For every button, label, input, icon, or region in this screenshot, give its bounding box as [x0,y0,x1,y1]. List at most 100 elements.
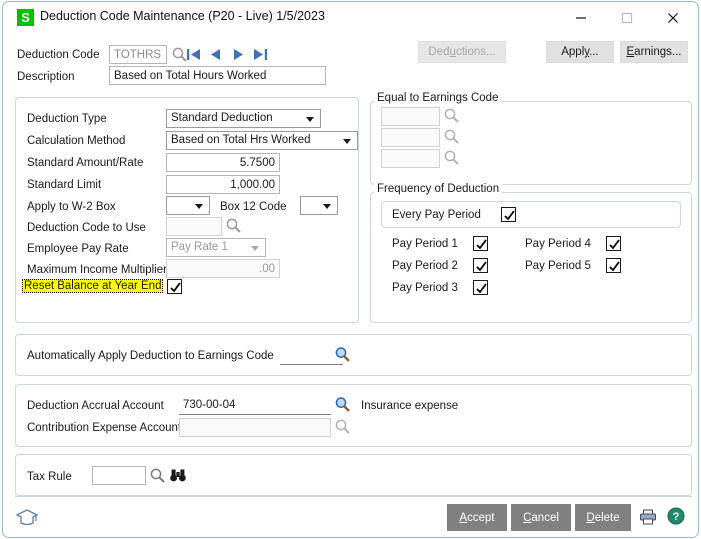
standard-limit-label: Standard Limit [27,179,101,191]
auto-apply-lookup-icon[interactable] [334,346,351,363]
contribution-expense-account-label: Contribution Expense Account [27,422,181,434]
accept-button[interactable]: Accept [447,504,507,531]
tax-rule-lookup-icon[interactable] [149,467,166,484]
equal-earnings-code-lookup-icon-1[interactable] [443,107,460,124]
printer-icon [639,508,657,526]
cancel-button-label: Cancel [523,512,559,524]
apply-button-label: Apply... [561,46,599,58]
deduction-code-to-use-lookup-icon[interactable] [225,217,242,234]
deduction-accrual-account-description: Insurance expense [361,400,458,412]
auto-apply-label: Automatically Apply Deduction to Earning… [27,350,274,362]
next-record-button[interactable] [230,46,246,63]
deduction-type-label: Deduction Type [27,113,107,125]
equal-earnings-code-lookup-icon-3[interactable] [443,149,460,166]
equal-earnings-code-input-3[interactable] [381,149,440,168]
frequency-of-deduction-legend: Frequency of Deduction [374,183,502,195]
pay-period-2-checkbox[interactable] [473,258,488,273]
tax-rule-input[interactable] [92,466,146,485]
accept-button-label: Accept [459,512,494,524]
equal-to-earnings-code-legend: Equal to Earnings Code [374,92,501,104]
standard-limit-input[interactable] [166,175,280,194]
description-input[interactable] [109,66,326,85]
employee-pay-rate-value: Pay Rate 1 [171,241,228,253]
minimize-button[interactable] [558,2,604,32]
delete-button[interactable]: Delete [575,504,631,531]
magnifier-icon [443,107,460,124]
checkmark-icon [475,238,488,251]
graduation-cap-icon [16,507,38,529]
first-record-button[interactable] [186,46,202,63]
svg-text:?: ? [673,511,680,523]
chevron-down-icon [343,139,351,144]
equal-earnings-code-lookup-icon-2[interactable] [443,128,460,145]
chevron-down-icon [195,204,203,209]
deduction-code-maintenance-window: S Deduction Code Maintenance (P20 - Live… [2,1,699,538]
cancel-button[interactable]: Cancel [511,504,571,531]
reset-balance-at-year-end-checkbox[interactable] [167,279,182,294]
apply-to-w2-box-dropdown[interactable] [166,196,210,215]
standard-amount-input[interactable] [166,153,280,172]
magnifier-icon [443,128,460,145]
pay-period-5-checkbox[interactable] [606,258,621,273]
checkmark-icon [475,260,488,273]
pay-period-1-label: Pay Period 1 [392,238,458,250]
equal-earnings-code-input-1[interactable] [381,107,440,126]
apply-button[interactable]: Apply... [546,41,614,63]
chevron-down-icon [323,204,331,209]
deductions-button-label: Deductions... [428,46,495,58]
next-record-icon [230,46,246,63]
deduction-code-to-use-label: Deduction Code to Use [27,222,146,234]
pay-period-4-label: Pay Period 4 [525,238,591,250]
deductions-button[interactable]: Deductions... [418,41,506,63]
maximum-income-multiplier-label: Maximum Income Multiplier [27,264,167,276]
checkmark-icon [608,260,621,273]
checkmark-icon [169,281,182,294]
deduction-accrual-account-label: Deduction Accrual Account [27,400,164,412]
maximize-button[interactable] [604,2,650,32]
maximum-income-multiplier-input[interactable] [166,259,280,278]
every-pay-period-checkbox[interactable] [501,207,516,222]
tax-rule-search-button[interactable] [169,467,186,484]
checkmark-icon [503,209,516,222]
minimize-icon [575,12,587,24]
window-title: Deduction Code Maintenance (P20 - Live) … [40,9,325,23]
deduction-code-label: Deduction Code [17,49,99,61]
magnifier-icon [225,217,242,234]
calculation-method-label: Calculation Method [27,135,125,147]
close-button[interactable] [650,2,696,32]
help-icon: ? [667,507,685,525]
calculation-method-dropdown[interactable]: Based on Total Hrs Worked [166,131,358,150]
previous-record-icon [208,46,224,63]
contribution-expense-account-input[interactable] [179,418,331,437]
chevron-down-icon [306,117,314,122]
employee-pay-rate-label: Employee Pay Rate [27,243,129,255]
last-record-icon [252,46,268,63]
title-bar: S Deduction Code Maintenance (P20 - Live… [3,2,698,34]
magnifier-icon [334,346,351,363]
deduction-type-dropdown[interactable]: Standard Deduction [166,109,321,128]
binoculars-icon [169,467,187,484]
deduction-code-input[interactable] [109,45,167,64]
help-button[interactable]: ? [667,507,685,525]
employee-pay-rate-dropdown[interactable]: Pay Rate 1 [166,238,266,257]
print-button[interactable] [639,508,657,526]
deduction-accrual-account-input[interactable] [179,396,331,415]
box-12-code-dropdown[interactable] [300,196,338,215]
deduction-code-to-use-input[interactable] [166,217,222,236]
accounts-panel [15,384,692,447]
deduction-type-value: Standard Deduction [171,112,273,124]
previous-record-button[interactable] [208,46,224,63]
calculation-method-value: Based on Total Hrs Worked [171,134,311,146]
contribution-expense-account-lookup-icon[interactable] [334,418,351,435]
delete-button-label: Delete [586,512,619,524]
earnings-button[interactable]: Earnings... [620,41,688,63]
magnifier-icon [149,467,166,484]
last-record-button[interactable] [252,46,268,63]
deduction-accrual-account-lookup-icon[interactable] [334,396,351,413]
pay-period-4-checkbox[interactable] [606,236,621,251]
pay-period-1-checkbox[interactable] [473,236,488,251]
equal-earnings-code-input-2[interactable] [381,128,440,147]
pay-period-3-checkbox[interactable] [473,280,488,295]
graduation-cap-button[interactable] [16,507,38,529]
description-label: Description [17,71,75,83]
